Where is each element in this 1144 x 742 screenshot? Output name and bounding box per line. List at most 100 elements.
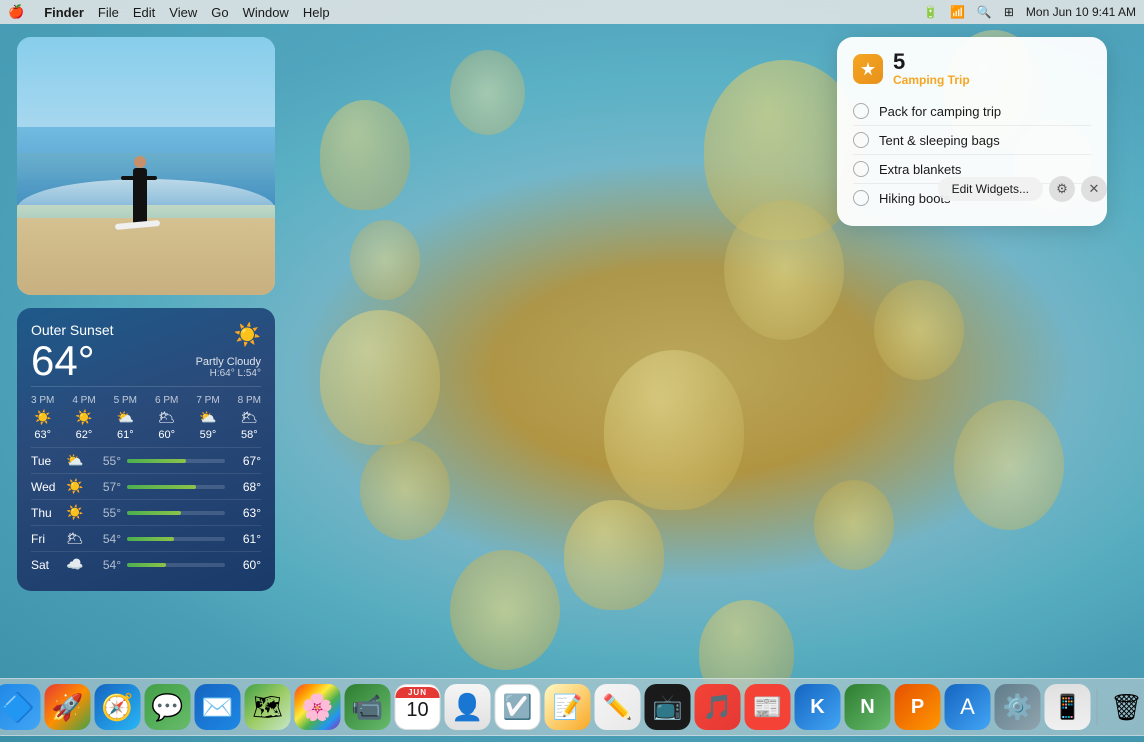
daily-high: 61° bbox=[231, 532, 261, 546]
hourly-time: 4 PM bbox=[72, 395, 95, 406]
window-menu[interactable]: Window bbox=[243, 5, 289, 20]
reminders-count: 5 bbox=[893, 51, 970, 73]
dock-calendar[interactable]: JUN 10 bbox=[395, 684, 441, 730]
widget-controls: Edit Widgets... ⚙ ✕ bbox=[938, 176, 1107, 202]
dock-settings[interactable]: ⚙️ bbox=[995, 684, 1041, 730]
dock-photos[interactable]: 🌸 bbox=[295, 684, 341, 730]
dock-freeform[interactable]: ✏️ bbox=[595, 684, 641, 730]
daily-day: Thu bbox=[31, 506, 59, 520]
daily-day: Sat bbox=[31, 558, 59, 572]
reminder-item: Pack for camping trip bbox=[853, 97, 1091, 126]
wifi-icon[interactable]: 📶 bbox=[950, 5, 965, 19]
hourly-item: 3 PM ☀️ 63° bbox=[31, 395, 54, 441]
dock-music[interactable]: 🎵 bbox=[695, 684, 741, 730]
dock-facetime[interactable]: 📹 bbox=[345, 684, 391, 730]
dock-divider bbox=[1097, 689, 1098, 725]
close-icon: ✕ bbox=[1089, 181, 1100, 197]
dock-safari[interactable]: 🧭 bbox=[95, 684, 141, 730]
weather-hilo: H:64° L:54° bbox=[196, 368, 261, 379]
daily-row: Wed ☀️ 57° 68° bbox=[31, 473, 261, 499]
control-center-icon[interactable]: ⊞ bbox=[1004, 5, 1014, 19]
reminder-checkbox[interactable] bbox=[853, 190, 869, 206]
dock-finder[interactable]: 🔷 bbox=[0, 684, 41, 730]
daily-low: 54° bbox=[91, 558, 121, 572]
dock-iphone-mirror[interactable]: 📱 bbox=[1045, 684, 1091, 730]
weather-widget: Outer Sunset 64° ☀️ Partly Cloudy H:64° … bbox=[17, 308, 275, 591]
hourly-weather-icon: ⛅ bbox=[117, 409, 134, 426]
dock-trash[interactable]: 🗑 bbox=[1104, 684, 1144, 730]
daily-weather-icon: ☁️ bbox=[65, 556, 85, 573]
daily-high: 60° bbox=[231, 558, 261, 572]
edit-widgets-button[interactable]: Edit Widgets... bbox=[938, 177, 1043, 201]
daily-row: Sat ☁️ 54° 60° bbox=[31, 551, 261, 577]
battery-icon[interactable]: 🔋 bbox=[923, 5, 938, 19]
app-name-menu[interactable]: Finder bbox=[44, 5, 84, 20]
reminders-app-icon bbox=[853, 54, 883, 84]
hourly-item: 7 PM ⛅ 59° bbox=[196, 395, 219, 441]
daily-bar bbox=[127, 511, 181, 515]
file-menu[interactable]: File bbox=[98, 5, 119, 20]
apple-menu[interactable]: 🍎 bbox=[8, 4, 24, 20]
dock: 🔷 🚀 🧭 💬 ✉️ 🗺 🌸 📹 JUN 10 👤 ☑️ 📝 bbox=[0, 678, 1144, 736]
hourly-weather-icon: 🌥 bbox=[240, 409, 258, 426]
dock-appstore[interactable]: A bbox=[945, 684, 991, 730]
reminder-text: Tent & sleeping bags bbox=[879, 133, 1000, 148]
reminder-text: Extra blankets bbox=[879, 162, 961, 177]
dock-messages[interactable]: 💬 bbox=[145, 684, 191, 730]
dock-notes[interactable]: 📝 bbox=[545, 684, 591, 730]
daily-bar-container bbox=[127, 511, 225, 515]
dock-appletv[interactable]: 📺 bbox=[645, 684, 691, 730]
dock-keynote[interactable]: K bbox=[795, 684, 841, 730]
daily-high: 67° bbox=[231, 454, 261, 468]
daily-day: Fri bbox=[31, 532, 59, 546]
daily-weather-icon: ⛅ bbox=[65, 452, 85, 469]
dock-news[interactable]: 📰 bbox=[745, 684, 791, 730]
daily-low: 57° bbox=[91, 480, 121, 494]
dock-numbers[interactable]: N bbox=[845, 684, 891, 730]
reminder-item: Tent & sleeping bags bbox=[853, 126, 1091, 155]
weather-temperature: 64° bbox=[31, 340, 114, 382]
widget-settings-button[interactable]: ⚙ bbox=[1049, 176, 1075, 202]
daily-row: Fri 🌥 54° 61° bbox=[31, 525, 261, 551]
hourly-time: 3 PM bbox=[31, 395, 54, 406]
widget-close-button[interactable]: ✕ bbox=[1081, 176, 1107, 202]
weather-sun-icon: ☀️ bbox=[234, 322, 261, 347]
daily-low: 54° bbox=[91, 532, 121, 546]
edit-menu[interactable]: Edit bbox=[133, 5, 155, 20]
search-icon[interactable]: 🔍 bbox=[977, 5, 992, 19]
dock-mail[interactable]: ✉️ bbox=[195, 684, 241, 730]
daily-weather-icon: ☀️ bbox=[65, 504, 85, 521]
go-menu[interactable]: Go bbox=[211, 5, 228, 20]
reminder-checkbox[interactable] bbox=[853, 103, 869, 119]
daily-day: Tue bbox=[31, 454, 59, 468]
daily-day: Wed bbox=[31, 480, 59, 494]
daily-row: Tue ⛅ 55° 67° bbox=[31, 447, 261, 473]
photo-widget bbox=[17, 37, 275, 295]
hourly-item: 4 PM ☀️ 62° bbox=[72, 395, 95, 441]
daily-low: 55° bbox=[91, 454, 121, 468]
help-menu[interactable]: Help bbox=[303, 5, 330, 20]
daily-forecast: Tue ⛅ 55° 67° Wed ☀️ 57° 68° Thu ☀️ 55° … bbox=[31, 447, 261, 577]
reminder-checkbox[interactable] bbox=[853, 132, 869, 148]
daily-low: 55° bbox=[91, 506, 121, 520]
daily-weather-icon: 🌥 bbox=[65, 530, 85, 547]
daily-bar bbox=[127, 537, 174, 541]
datetime-display: Mon Jun 10 9:41 AM bbox=[1026, 5, 1136, 19]
view-menu[interactable]: View bbox=[169, 5, 197, 20]
gear-icon: ⚙ bbox=[1056, 181, 1068, 197]
dock-contacts[interactable]: 👤 bbox=[445, 684, 491, 730]
daily-bar-container bbox=[127, 537, 225, 541]
hourly-item: 5 PM ⛅ 61° bbox=[114, 395, 137, 441]
dock-pages[interactable]: P bbox=[895, 684, 941, 730]
reminders-list-name: Camping Trip bbox=[893, 73, 970, 87]
reminder-checkbox[interactable] bbox=[853, 161, 869, 177]
dock-maps[interactable]: 🗺 bbox=[245, 684, 291, 730]
dock-reminders[interactable]: ☑️ bbox=[495, 684, 541, 730]
hourly-temp: 59° bbox=[200, 429, 217, 441]
menubar: 🍎 Finder File Edit View Go Window Help 🔋… bbox=[0, 0, 1144, 24]
hourly-temp: 61° bbox=[117, 429, 134, 441]
hourly-temp: 63° bbox=[34, 429, 51, 441]
daily-bar-container bbox=[127, 459, 225, 463]
dock-launchpad[interactable]: 🚀 bbox=[45, 684, 91, 730]
hourly-time: 5 PM bbox=[114, 395, 137, 406]
